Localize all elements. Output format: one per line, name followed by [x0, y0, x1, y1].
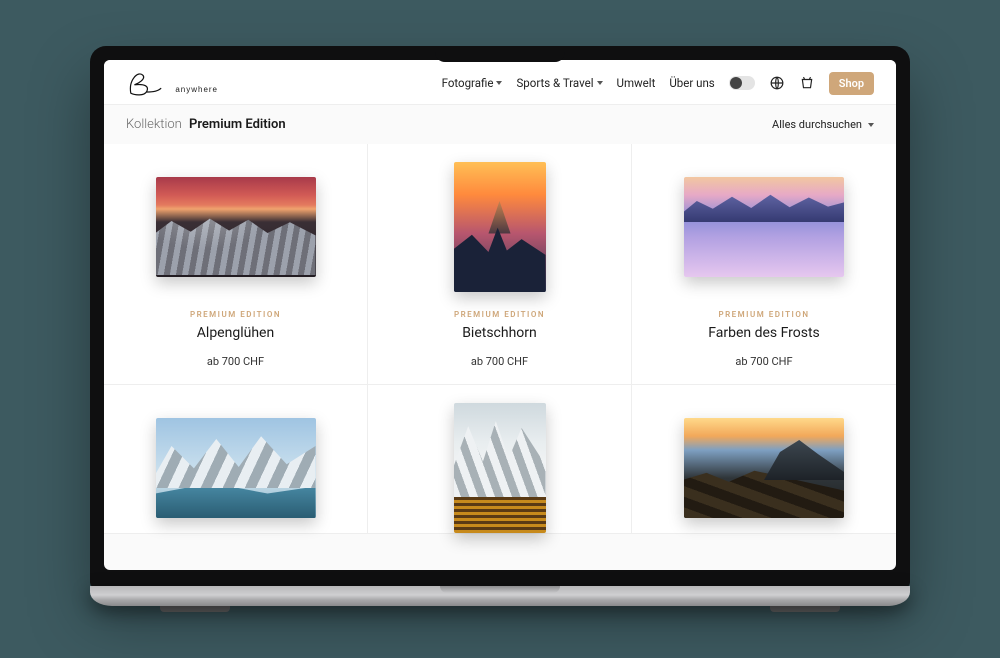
product-card[interactable] — [104, 385, 368, 534]
product-thumbnail — [156, 177, 316, 277]
nav-item-umwelt[interactable]: Umwelt — [617, 76, 656, 90]
laptop-feet — [90, 606, 910, 612]
product-card[interactable]: PREMIUM EDITION Bietschhorn ab 700 CHF — [368, 144, 632, 385]
brand-logo[interactable]: anywhere — [126, 68, 218, 98]
top-navbar: anywhere Fotografie Sports & Travel Umwe… — [104, 60, 896, 105]
product-thumbnail — [454, 162, 546, 292]
collection-title: Kollektion Premium Edition — [126, 117, 286, 132]
screen: anywhere Fotografie Sports & Travel Umwe… — [104, 60, 896, 570]
cart-icon[interactable] — [799, 75, 815, 91]
product-grid: PREMIUM EDITION Alpenglühen ab 700 CHF P… — [104, 144, 896, 534]
shop-button[interactable]: Shop — [829, 72, 874, 95]
product-tag: PREMIUM EDITION — [190, 310, 281, 319]
product-thumbnail — [156, 418, 316, 518]
chevron-down-icon — [597, 81, 603, 85]
nav-item-sports-travel[interactable]: Sports & Travel — [516, 76, 602, 90]
product-card[interactable]: PREMIUM EDITION Alpenglühen ab 700 CHF — [104, 144, 368, 385]
product-tag: PREMIUM EDITION — [454, 310, 545, 319]
laptop-mockup: anywhere Fotografie Sports & Travel Umwe… — [90, 46, 910, 612]
screen-bezel: anywhere Fotografie Sports & Travel Umwe… — [90, 46, 910, 588]
product-name: Alpenglühen — [190, 325, 281, 341]
chevron-down-icon — [868, 123, 874, 127]
nav-label: Über uns — [669, 76, 714, 90]
chevron-down-icon — [496, 81, 502, 85]
dark-mode-toggle[interactable] — [729, 76, 755, 90]
collection-prefix: Kollektion — [126, 117, 182, 132]
product-card[interactable]: PREMIUM EDITION Farben des Frosts ab 700… — [632, 144, 896, 385]
product-price: ab 700 CHF — [708, 355, 820, 368]
browse-all-button[interactable]: Alles durchsuchen — [772, 118, 874, 131]
product-thumbnail — [684, 418, 844, 518]
browse-label: Alles durchsuchen — [772, 118, 862, 131]
product-price: ab 700 CHF — [454, 355, 545, 368]
nav-item-ueber-uns[interactable]: Über uns — [669, 76, 714, 90]
collection-name: Premium Edition — [189, 117, 286, 132]
product-name: Bietschhorn — [454, 325, 545, 341]
product-thumbnail — [684, 177, 844, 277]
globe-icon[interactable] — [769, 75, 785, 91]
nav-label: Umwelt — [617, 76, 656, 90]
nav-label: Fotografie — [442, 76, 494, 90]
product-tag: PREMIUM EDITION — [708, 310, 820, 319]
logo-script-icon — [126, 68, 162, 98]
collection-header: Kollektion Premium Edition Alles durchsu… — [104, 105, 896, 144]
brand-subtext: anywhere — [175, 85, 218, 94]
nav-item-fotografie[interactable]: Fotografie — [442, 76, 503, 90]
notch — [435, 46, 565, 62]
nav-label: Sports & Travel — [516, 76, 593, 90]
product-name: Farben des Frosts — [708, 325, 820, 341]
nav-group: Fotografie Sports & Travel Umwelt Über u… — [442, 72, 874, 95]
product-price: ab 700 CHF — [190, 355, 281, 368]
product-card[interactable] — [632, 385, 896, 534]
product-thumbnail — [454, 403, 546, 533]
laptop-base — [90, 586, 910, 606]
product-card[interactable] — [368, 385, 632, 534]
